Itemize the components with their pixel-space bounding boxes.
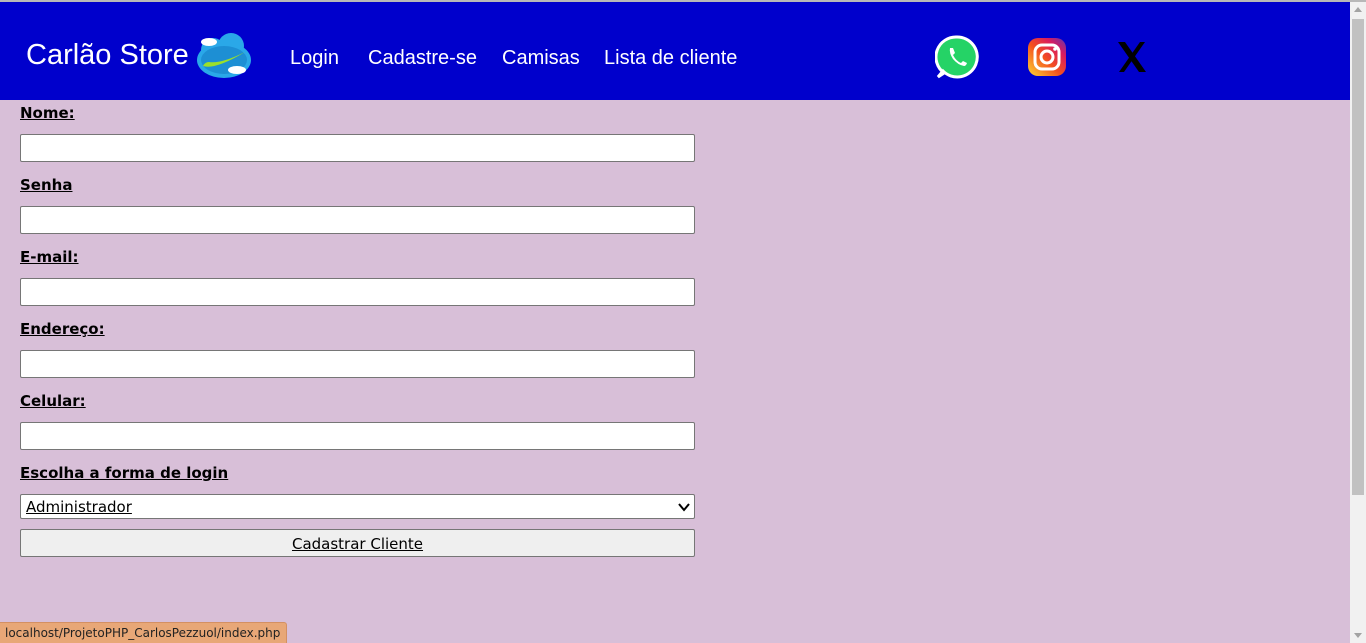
nav-cadastre-se[interactable]: Cadastre-se — [368, 46, 477, 70]
scroll-down-arrow-icon[interactable] — [1354, 633, 1362, 639]
x-icon[interactable] — [1114, 39, 1150, 75]
scroll-up-arrow-icon[interactable] — [1354, 6, 1362, 12]
celular-input[interactable] — [20, 422, 695, 450]
nav-login[interactable]: Login — [290, 46, 339, 70]
email-input[interactable] — [20, 278, 695, 306]
login-type-selected-value: Administrador — [26, 498, 132, 516]
instagram-icon[interactable] — [1027, 37, 1067, 77]
senha-input[interactable] — [20, 206, 695, 234]
scrollbar-thumb[interactable] — [1352, 19, 1364, 495]
register-form: Nome: Senha E-mail: Endereço: Celular: E… — [0, 100, 1350, 643]
login-type-label: Escolha a forma de login — [20, 464, 229, 482]
whatsapp-icon[interactable] — [935, 35, 979, 79]
endereco-label: Endereço: — [20, 320, 105, 338]
email-label: E-mail: — [20, 248, 79, 266]
nome-label: Nome: — [20, 104, 75, 122]
login-type-select[interactable]: Administrador — [20, 494, 695, 519]
endereco-input[interactable] — [20, 350, 695, 378]
chevron-down-icon — [678, 503, 690, 512]
celular-label: Celular: — [20, 392, 86, 410]
nome-input[interactable] — [20, 134, 695, 162]
cadastrar-cliente-button[interactable]: Cadastrar Cliente — [20, 529, 695, 557]
senha-label: Senha — [20, 176, 73, 194]
navbar: Carlão Store Login Cadastre-se Camisas L… — [0, 2, 1350, 100]
nav-lista-de-cliente[interactable]: Lista de cliente — [604, 46, 737, 70]
vertical-scrollbar[interactable] — [1350, 2, 1366, 643]
brand-title[interactable]: Carlão Store — [26, 38, 189, 72]
cloud-logo-icon — [197, 33, 251, 78]
status-bar-url: localhost/ProjetoPHP_CarlosPezzuol/index… — [0, 622, 288, 643]
nav-camisas[interactable]: Camisas — [502, 46, 580, 70]
cadastrar-cliente-label: Cadastrar Cliente — [291, 535, 424, 553]
